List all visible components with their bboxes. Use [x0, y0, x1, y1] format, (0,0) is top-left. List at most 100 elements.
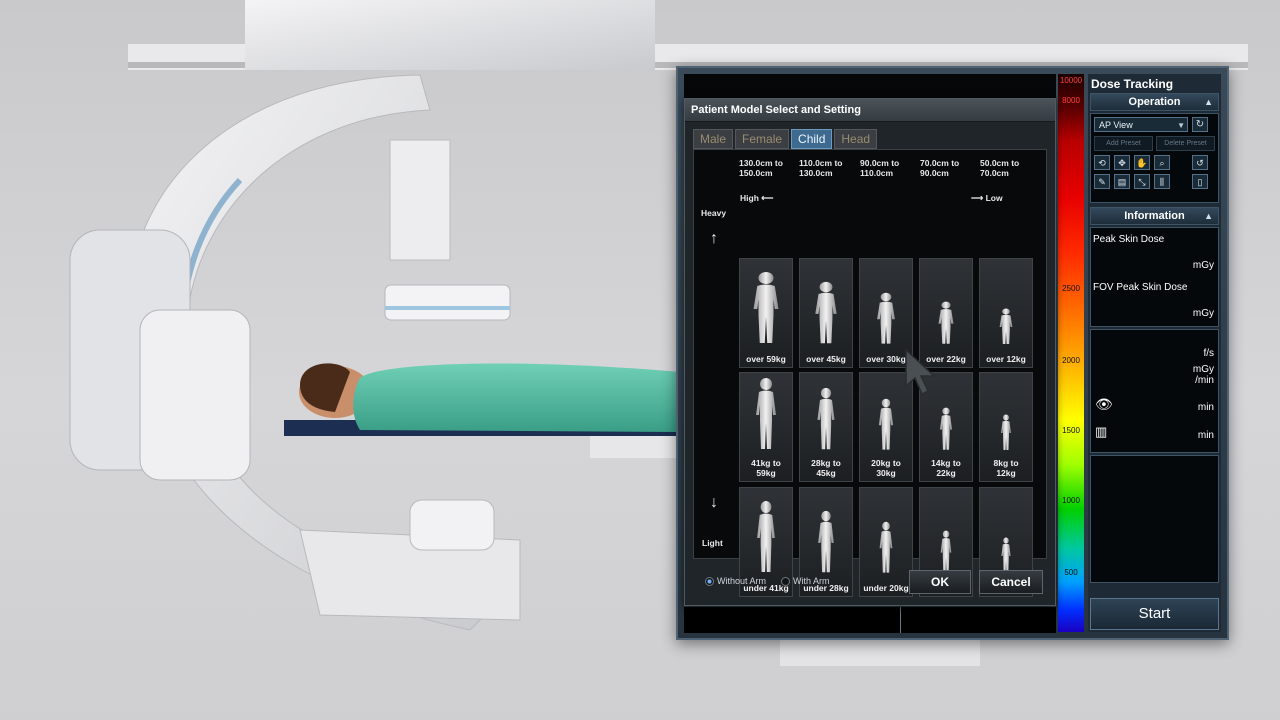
body-figure-icon [1001, 414, 1011, 450]
without-arm-label: Without Arm [717, 576, 767, 586]
weight-range-label: over 59kg [740, 354, 792, 364]
reset-icon: ↻ [1195, 119, 1205, 130]
chevron-up-icon: ▲ [1204, 211, 1213, 221]
move-icon: ✥ [1118, 158, 1126, 168]
radio-selected-icon [705, 577, 714, 587]
ok-button[interactable]: OK [909, 570, 971, 594]
patient-model-cell[interactable]: 28kg to 45kg [799, 372, 853, 482]
arrow-up-icon: ↑ [710, 230, 718, 247]
weight-range-line: 14kg to [931, 458, 961, 468]
body-figure-icon [938, 301, 954, 344]
dialog-footer: Without Arm With Arm OK Cancel [693, 569, 1045, 595]
pen-icon: ✎ [1098, 177, 1106, 187]
weight-heavy-label: Heavy [701, 208, 727, 218]
weight-range-line: 59kg [756, 468, 776, 478]
tab-child[interactable]: Child [791, 129, 833, 149]
scale-label: 2000 [1062, 356, 1080, 365]
tab-male[interactable]: Male [693, 129, 734, 149]
body-figure-icon [817, 387, 835, 450]
height-range: 110.0cm to [799, 158, 843, 168]
height-range: 70.0cm [980, 168, 1009, 178]
height-column-header: 50.0cm to 70.0cm [980, 158, 1040, 178]
dose-rate-unit-min: /min [1195, 375, 1214, 386]
patient-model-cell[interactable]: 41kg to 59kg [739, 372, 793, 482]
weight-range-label: 14kg to 22kg [920, 458, 972, 478]
pan-button[interactable]: ✋ [1134, 155, 1150, 170]
patient-model-cell[interactable]: over 59kg [739, 258, 793, 368]
peak-skin-dose-unit: mGy [1192, 260, 1214, 271]
weight-range-line: 20kg to [871, 458, 901, 468]
height-range: 70.0cm to [920, 158, 960, 168]
fov-peak-unit: mGy [1192, 308, 1214, 319]
blank-button[interactable]: ▯ [1192, 174, 1208, 189]
document-icon: ▤ [1117, 177, 1127, 187]
low-text: Low [985, 193, 1003, 203]
information-header[interactable]: Information ▲ [1090, 207, 1219, 225]
arrow-right-icon: ⟶ [971, 193, 984, 203]
weight-range-line: over 12kg [986, 354, 1026, 364]
mouse-cursor-icon [905, 348, 936, 396]
height-range: 130.0cm to [739, 158, 783, 168]
weight-range-label: 8kg to 12kg [980, 458, 1032, 478]
weight-range-label: 41kg to 59kg [740, 458, 792, 478]
weight-range-line: 41kg to [751, 458, 781, 468]
view-select[interactable]: AP View ▼ [1094, 117, 1188, 132]
body-figure-icon [756, 378, 776, 449]
patient-model-cell[interactable]: over 12kg [979, 258, 1033, 368]
weight-range-label: over 45kg [800, 354, 852, 364]
height-column-header: 110.0cm to 130.0cm [799, 158, 859, 178]
tab-head[interactable]: Head [834, 129, 878, 149]
weight-range-line: 45kg [816, 468, 836, 478]
column-icon: ⫼ [1159, 177, 1165, 187]
patient-model-cell[interactable]: over 45kg [799, 258, 853, 368]
fluoro-icon: ▥ [1095, 424, 1108, 439]
peak-dose-box: Peak Skin Dose mGy FOV Peak Skin Dose mG… [1090, 227, 1219, 327]
columns-button[interactable]: ⫼ [1154, 174, 1170, 189]
with-arm-radio[interactable]: With Arm [781, 576, 830, 587]
zoom-button[interactable]: ⌕ [1154, 155, 1170, 170]
arrow-down-icon: ↓ [710, 494, 718, 511]
eye-icon: 👁 [1095, 396, 1113, 412]
fov-peak-label: FOV Peak Skin Dose [1093, 282, 1188, 293]
annotate-button[interactable]: ✎ [1094, 174, 1110, 189]
height-column-header: 70.0cm to 90.0cm [920, 158, 980, 178]
fit-button[interactable]: ⤡ [1134, 174, 1150, 189]
dialog-title: Patient Model Select and Setting [685, 99, 1055, 122]
cancel-button[interactable]: Cancel [979, 570, 1043, 594]
body-figure-icon [940, 530, 952, 573]
undo-button[interactable]: ↺ [1192, 155, 1208, 170]
reset-view-button[interactable]: ↻ [1192, 117, 1208, 132]
weight-range-line: 12kg [996, 468, 1016, 478]
height-range: 90.0cm [920, 168, 949, 178]
zoom-icon: ⌕ [1159, 158, 1165, 168]
weight-range-line: over 45kg [806, 354, 846, 364]
information-header-label: Information [1124, 210, 1185, 222]
exposure-time-unit: min [1197, 402, 1214, 413]
move-button[interactable]: ✥ [1114, 155, 1130, 170]
add-preset-button[interactable]: Add Preset [1094, 136, 1153, 151]
with-arm-label: With Arm [793, 576, 830, 586]
dose-rate-unit: mGy [1192, 364, 1214, 375]
fluoro-time-unit: min [1197, 430, 1214, 441]
hand-icon: ✋ [1136, 158, 1148, 168]
view-select-value: AP View [1099, 120, 1133, 130]
weight-range-label: 28kg to 45kg [800, 458, 852, 478]
without-arm-radio[interactable]: Without Arm [705, 576, 767, 587]
start-button[interactable]: Start [1090, 598, 1219, 630]
bottom-strip [684, 606, 1056, 633]
rotate-button[interactable]: ⟲ [1094, 155, 1110, 170]
operation-header[interactable]: Operation ▲ [1090, 93, 1219, 111]
body-figure-icon [877, 292, 895, 344]
tab-female[interactable]: Female [735, 129, 790, 149]
rate-box: f/s mGy /min 👁 min ▥ min [1090, 329, 1219, 453]
body-figure-icon [879, 521, 893, 573]
body-figure-icon [939, 407, 953, 450]
height-column-header: 90.0cm to 110.0cm [860, 158, 920, 178]
delete-preset-button[interactable]: Delete Preset [1156, 136, 1215, 151]
reset-icon: ↺ [1196, 158, 1204, 168]
patient-model-cell[interactable]: 8kg to 12kg [979, 372, 1033, 482]
report-button[interactable]: ▤ [1114, 174, 1130, 189]
weight-range-label: 20kg to 30kg [860, 458, 912, 478]
height-range: 50.0cm to [980, 158, 1020, 168]
empty-box [1090, 455, 1219, 583]
